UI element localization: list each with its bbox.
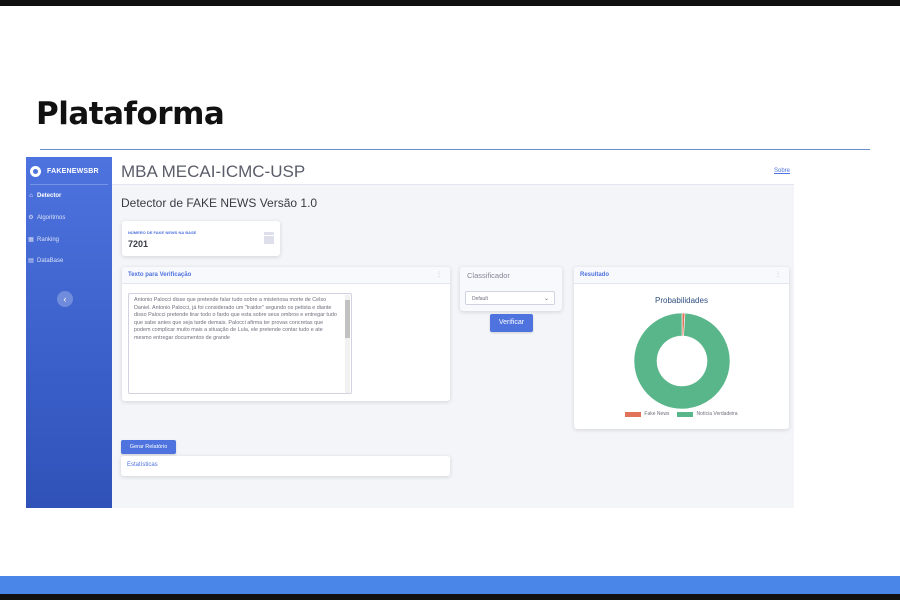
slide-divider bbox=[40, 149, 870, 150]
card-title: Resultado bbox=[580, 272, 610, 278]
kebab-menu-icon[interactable]: ⋮ bbox=[775, 271, 781, 278]
home-icon: ⌂ bbox=[29, 193, 33, 199]
stat-value: 7201 bbox=[128, 239, 149, 249]
sidebar-item-detector[interactable]: ⌂ Detector bbox=[28, 193, 61, 199]
database-icon: ▤ bbox=[28, 258, 34, 264]
grid-icon: ▦ bbox=[28, 237, 34, 243]
statistics-card[interactable]: Estatísticas bbox=[121, 456, 450, 476]
sidebar-item-database[interactable]: ▤ DataBase bbox=[28, 257, 64, 265]
top-frame-bar bbox=[0, 0, 900, 6]
stat-label: NÚMERO DE FAKE NEWS NA BASE bbox=[128, 230, 197, 235]
card-title: Texto para Verificação bbox=[128, 272, 192, 278]
bottom-frame-bar bbox=[0, 594, 900, 600]
classifier-select[interactable]: Default ⌄ bbox=[465, 291, 555, 305]
app-title: MBA MECAI-ICMC-USP bbox=[121, 162, 306, 181]
text-verification-card: Texto para Verificação ⋮ Antonio Palocci… bbox=[122, 267, 450, 401]
chart-legend: Fake News Notícia Verdadeira bbox=[574, 411, 789, 417]
brand-name: FAKENEWSBR bbox=[47, 168, 99, 175]
classifier-panel: Classificador Default ⌄ bbox=[460, 267, 562, 311]
textarea-scroll-thumb[interactable] bbox=[345, 300, 350, 338]
card-header: Resultado ⋮ bbox=[574, 267, 789, 284]
sidebar: FAKENEWSBR ⌂ Detector ⚙ Algoritmos ▦ Ran… bbox=[26, 157, 112, 508]
classifier-label: Classificador bbox=[467, 271, 510, 280]
app-window: FAKENEWSBR ⌂ Detector ⚙ Algoritmos ▦ Ran… bbox=[26, 157, 794, 508]
statistics-title: Estatísticas bbox=[127, 462, 158, 468]
sidebar-item-label: Ranking bbox=[37, 236, 60, 243]
sidebar-item-label: Detector bbox=[37, 193, 62, 199]
app-header: MBA MECAI-ICMC-USP Sobre bbox=[112, 157, 794, 185]
page-heading: Detector de FAKE NEWS Versão 1.0 bbox=[121, 196, 318, 210]
slide-title: Plataforma bbox=[36, 96, 225, 132]
brand-logo-icon bbox=[30, 166, 41, 177]
legend-item-fake-news[interactable]: Fake News bbox=[625, 411, 669, 417]
legend-label: Fake News bbox=[644, 411, 670, 417]
chevron-down-icon: ⌄ bbox=[543, 296, 549, 302]
result-card: Resultado ⋮ Probabilidades Fake News Not… bbox=[574, 267, 789, 429]
probability-donut-chart bbox=[633, 312, 731, 410]
sidebar-item-label: Algoritmos bbox=[37, 214, 66, 221]
calendar-icon bbox=[264, 232, 274, 244]
legend-swatch bbox=[677, 411, 694, 417]
bottom-accent-bar bbox=[0, 576, 900, 594]
sidebar-item-ranking[interactable]: ▦ Ranking bbox=[28, 236, 60, 244]
news-text-content: Antonio Palocci disse que pretende falar… bbox=[134, 297, 337, 341]
verify-button[interactable]: Verificar bbox=[490, 314, 533, 332]
about-link[interactable]: Sobre bbox=[774, 168, 790, 174]
card-header: Texto para Verificação ⋮ bbox=[122, 267, 450, 284]
donut-slice-not-cia-verdadeira[interactable] bbox=[633, 312, 731, 410]
sidebar-item-algoritmos[interactable]: ⚙ Algoritmos bbox=[28, 214, 66, 222]
sidebar-divider bbox=[30, 184, 108, 185]
generate-report-button[interactable]: Gerar Relatório bbox=[121, 440, 176, 454]
legend-item-true-news[interactable]: Notícia Verdadeira bbox=[677, 411, 738, 417]
legend-label: Notícia Verdadeira bbox=[696, 411, 738, 417]
legend-swatch bbox=[625, 411, 642, 417]
news-text-input[interactable]: Antonio Palocci disse que pretende falar… bbox=[128, 293, 352, 394]
sidebar-item-label: DataBase bbox=[37, 257, 64, 264]
kebab-menu-icon[interactable]: ⋮ bbox=[436, 271, 442, 278]
sidebar-brand[interactable]: FAKENEWSBR bbox=[30, 166, 99, 177]
sidebar-toggle-button[interactable]: ‹ bbox=[57, 291, 73, 307]
fake-news-count-card: NÚMERO DE FAKE NEWS NA BASE 7201 bbox=[122, 221, 280, 256]
chart-title: Probabilidades bbox=[655, 296, 708, 305]
gear-icon: ⚙ bbox=[28, 215, 34, 221]
classifier-selected-value: Default bbox=[472, 296, 488, 302]
